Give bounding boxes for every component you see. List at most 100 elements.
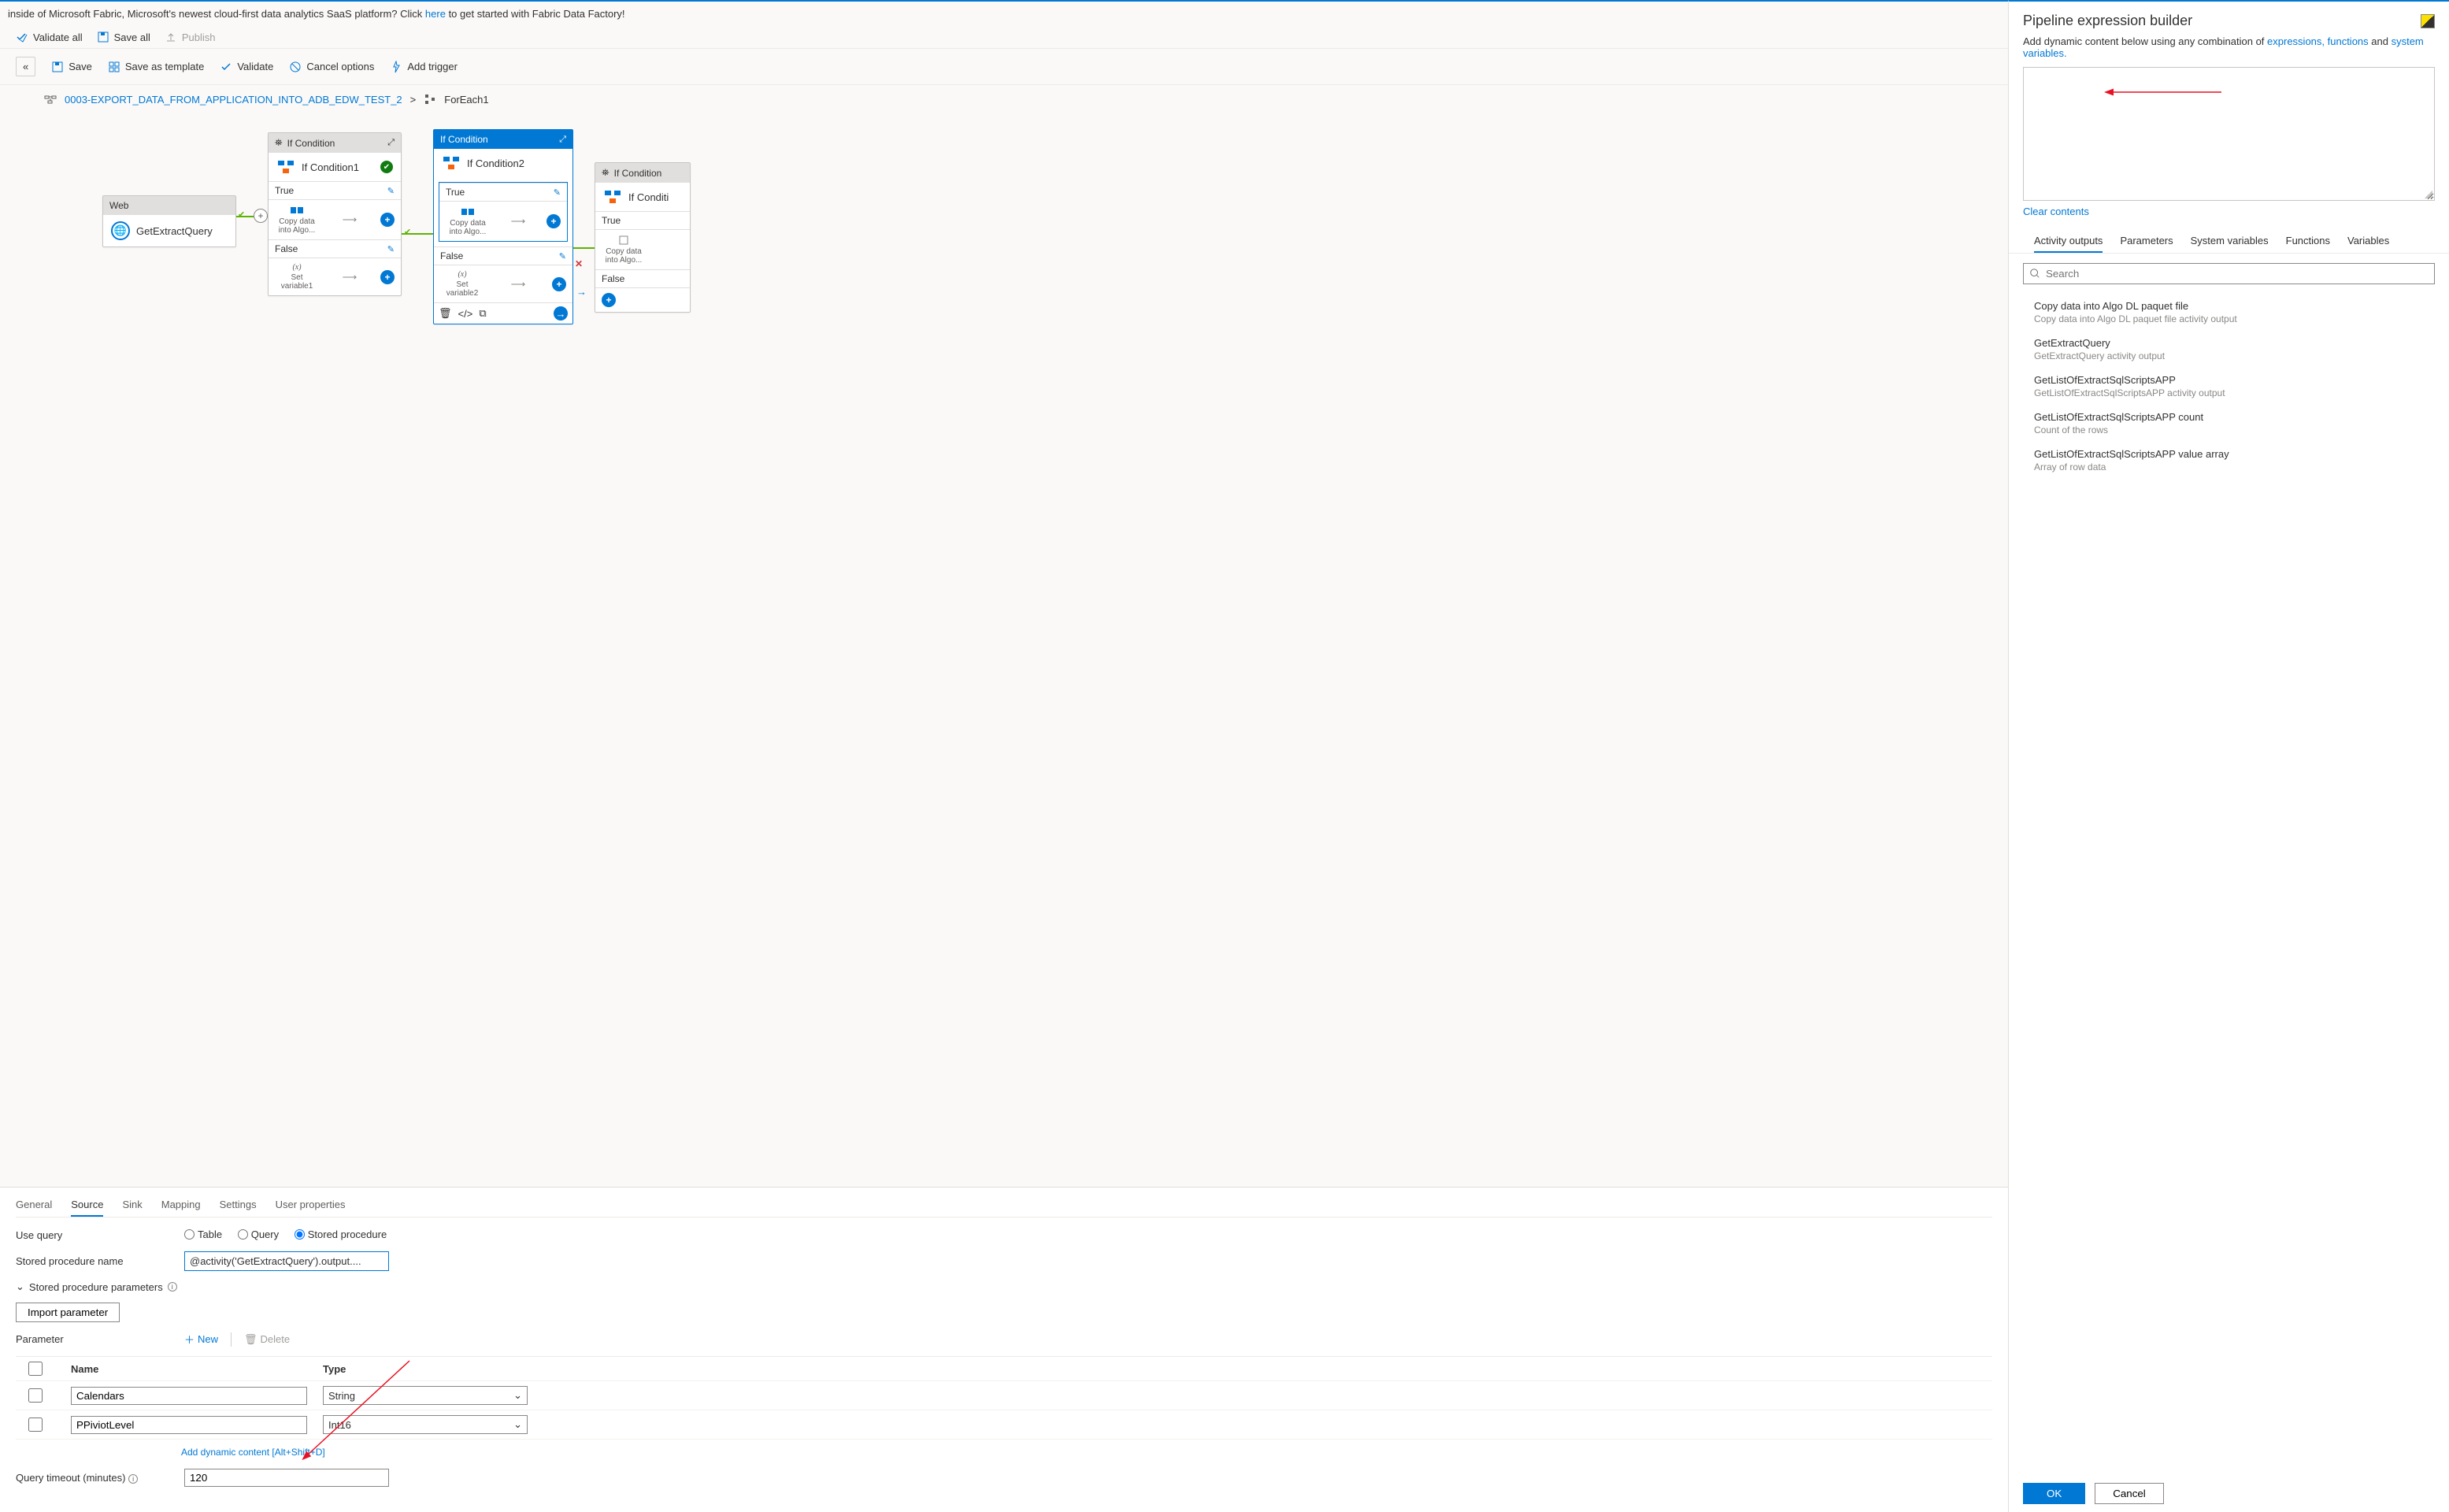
add-button[interactable]: +	[602, 293, 616, 307]
add-button[interactable]: +	[380, 270, 395, 284]
save-all-button[interactable]: Save all	[97, 31, 150, 43]
if1-type: If Condition	[287, 138, 335, 149]
code-icon[interactable]: </>	[458, 308, 473, 320]
plus-icon: ＋	[184, 1332, 195, 1347]
tab-functions[interactable]: Functions	[2286, 230, 2330, 253]
select-all-checkbox[interactable]	[28, 1362, 43, 1376]
list-item[interactable]: GetListOfExtractSqlScriptsAPP value arra…	[2023, 442, 2435, 479]
tab-sink[interactable]: Sink	[122, 1194, 142, 1217]
validate-all-label: Validate all	[33, 32, 83, 43]
radio-table[interactable]: Table	[184, 1228, 222, 1240]
activity-if3[interactable]: ⛯If Condition If Conditi True Copy data …	[595, 162, 691, 313]
expression-textarea[interactable]	[2023, 67, 2435, 201]
row-checkbox[interactable]	[28, 1418, 43, 1432]
tab-parameters[interactable]: Parameters	[2120, 230, 2173, 253]
go-icon[interactable]: →	[554, 306, 568, 321]
param-type-select[interactable]: String⌄	[323, 1386, 528, 1405]
if2-false-node[interactable]: (x)Set variable2	[440, 270, 484, 298]
add-button[interactable]: +	[546, 214, 561, 228]
add-button[interactable]: +	[380, 213, 395, 227]
tab-activity-outputs[interactable]: Activity outputs	[2034, 230, 2103, 253]
if3-true-node[interactable]: Copy data into Algo...	[602, 235, 646, 265]
save-template-label: Save as template	[125, 61, 204, 72]
tab-user-properties[interactable]: User properties	[276, 1194, 346, 1217]
if2-false: False	[440, 250, 463, 261]
delete-icon[interactable]: 🗑	[439, 307, 452, 320]
pipeline-toolbar: « Save Save as template Validate Cancel …	[0, 49, 2008, 85]
param-name-input[interactable]	[71, 1387, 307, 1405]
publish-label: Publish	[182, 32, 216, 43]
import-parameter-button[interactable]: Import parameter	[16, 1303, 120, 1322]
if2-false-node-label: Set variable2	[440, 280, 484, 298]
save-all-label: Save all	[114, 32, 150, 43]
connector	[402, 233, 433, 235]
save-button[interactable]: Save	[51, 61, 92, 73]
activity-if2[interactable]: If Condition⤢ If Condition2 True✎ Copy d…	[433, 129, 573, 324]
edit-icon[interactable]: ✎	[554, 187, 561, 198]
if1-true-node[interactable]: Copy data into Algo...	[275, 205, 319, 235]
sp-name-input[interactable]	[184, 1251, 389, 1271]
breadcrumb-pipeline[interactable]: 0003-EXPORT_DATA_FROM_APPLICATION_INTO_A…	[65, 94, 402, 106]
copy-icon[interactable]: ⧉	[479, 307, 486, 320]
collapse-panel-button[interactable]: «	[16, 57, 35, 76]
clear-contents-link[interactable]: Clear contents	[2009, 201, 2449, 222]
radio-stored-procedure[interactable]: Stored procedure	[295, 1228, 387, 1240]
param-type-value: Int16	[328, 1419, 351, 1431]
cancel-button[interactable]: Cancel	[2095, 1483, 2164, 1504]
chevron-down-icon: ⌄	[513, 1418, 522, 1431]
add-dynamic-content-link[interactable]: Add dynamic content [Alt+Shift+D]	[181, 1447, 325, 1458]
save-template-button[interactable]: Save as template	[108, 61, 204, 73]
row-checkbox[interactable]	[28, 1388, 43, 1403]
list-item[interactable]: GetExtractQueryGetExtractQuery activity …	[2023, 331, 2435, 368]
edit-mode-icon[interactable]	[2421, 14, 2435, 28]
sp-params-toggle[interactable]: ⌄ Stored procedure parameters i	[16, 1280, 177, 1293]
success-indicator: ✔	[404, 227, 411, 237]
if2-true-node[interactable]: Copy data into Algo...	[446, 206, 490, 236]
new-parameter-button[interactable]: ＋New	[184, 1332, 218, 1347]
tab-variables[interactable]: Variables	[2347, 230, 2389, 253]
pipeline-canvas[interactable]: Web 🌐 GetExtractQuery ✔ + ⛯If Condition⤢…	[0, 109, 2008, 1187]
radio-query[interactable]: Query	[238, 1228, 279, 1240]
edit-icon[interactable]: ✎	[559, 251, 566, 261]
expression-tabs: Activity outputs Parameters System varia…	[2009, 222, 2449, 254]
add-button[interactable]: +	[552, 277, 566, 291]
tab-settings[interactable]: Settings	[220, 1194, 257, 1217]
checkmark-icon	[16, 31, 28, 43]
trash-icon: 🗑	[244, 1333, 257, 1346]
tab-source[interactable]: Source	[71, 1194, 103, 1217]
validate-all-button[interactable]: Validate all	[16, 31, 83, 43]
list-item[interactable]: GetListOfExtractSqlScriptsAPP countCount…	[2023, 405, 2435, 442]
pipeline-icon	[44, 93, 57, 106]
tab-general[interactable]: General	[16, 1194, 52, 1217]
parameter-table: Name Type String⌄ Int16⌄	[16, 1356, 1992, 1440]
tab-system-variables[interactable]: System variables	[2191, 230, 2269, 253]
banner-link[interactable]: here	[425, 8, 446, 20]
list-item[interactable]: GetListOfExtractSqlScriptsAPPGetListOfEx…	[2023, 368, 2435, 405]
activity-if1[interactable]: ⛯If Condition⤢ If Condition1 ✔ True✎ Cop…	[268, 132, 402, 296]
add-trigger-button[interactable]: Add trigger	[390, 61, 458, 73]
list-item[interactable]: Copy data into Algo DL paquet fileCopy d…	[2023, 294, 2435, 331]
validate-button[interactable]: Validate	[220, 61, 273, 73]
param-name-input[interactable]	[71, 1416, 307, 1434]
search-input[interactable]	[2023, 263, 2435, 284]
banner-text: inside of Microsoft Fabric, Microsoft's …	[8, 8, 425, 20]
tab-mapping[interactable]: Mapping	[161, 1194, 201, 1217]
if2-type: If Condition	[440, 134, 488, 145]
expressions-link[interactable]: expressions, functions	[2267, 35, 2369, 47]
fabric-banner: inside of Microsoft Fabric, Microsoft's …	[0, 2, 2008, 26]
ok-button[interactable]: OK	[2023, 1483, 2085, 1504]
query-timeout-input[interactable]	[184, 1469, 389, 1487]
if1-false-node[interactable]: (x)Set variable1	[275, 263, 319, 291]
info-icon[interactable]: i	[168, 1282, 177, 1292]
properties-tabs: General Source Sink Mapping Settings Use…	[16, 1194, 1992, 1217]
edit-icon[interactable]: ✎	[387, 244, 395, 254]
edit-icon[interactable]: ✎	[387, 186, 395, 196]
template-icon	[108, 61, 120, 73]
add-activity-button[interactable]: +	[254, 209, 268, 223]
info-icon[interactable]: i	[128, 1474, 138, 1484]
cancel-options-button[interactable]: Cancel options	[289, 61, 374, 73]
activity-web[interactable]: Web 🌐 GetExtractQuery	[102, 195, 236, 247]
panel-title: Pipeline expression builder	[2023, 13, 2192, 29]
table-row: String⌄	[16, 1381, 1992, 1410]
param-type-select[interactable]: Int16 ⌄	[323, 1415, 528, 1434]
